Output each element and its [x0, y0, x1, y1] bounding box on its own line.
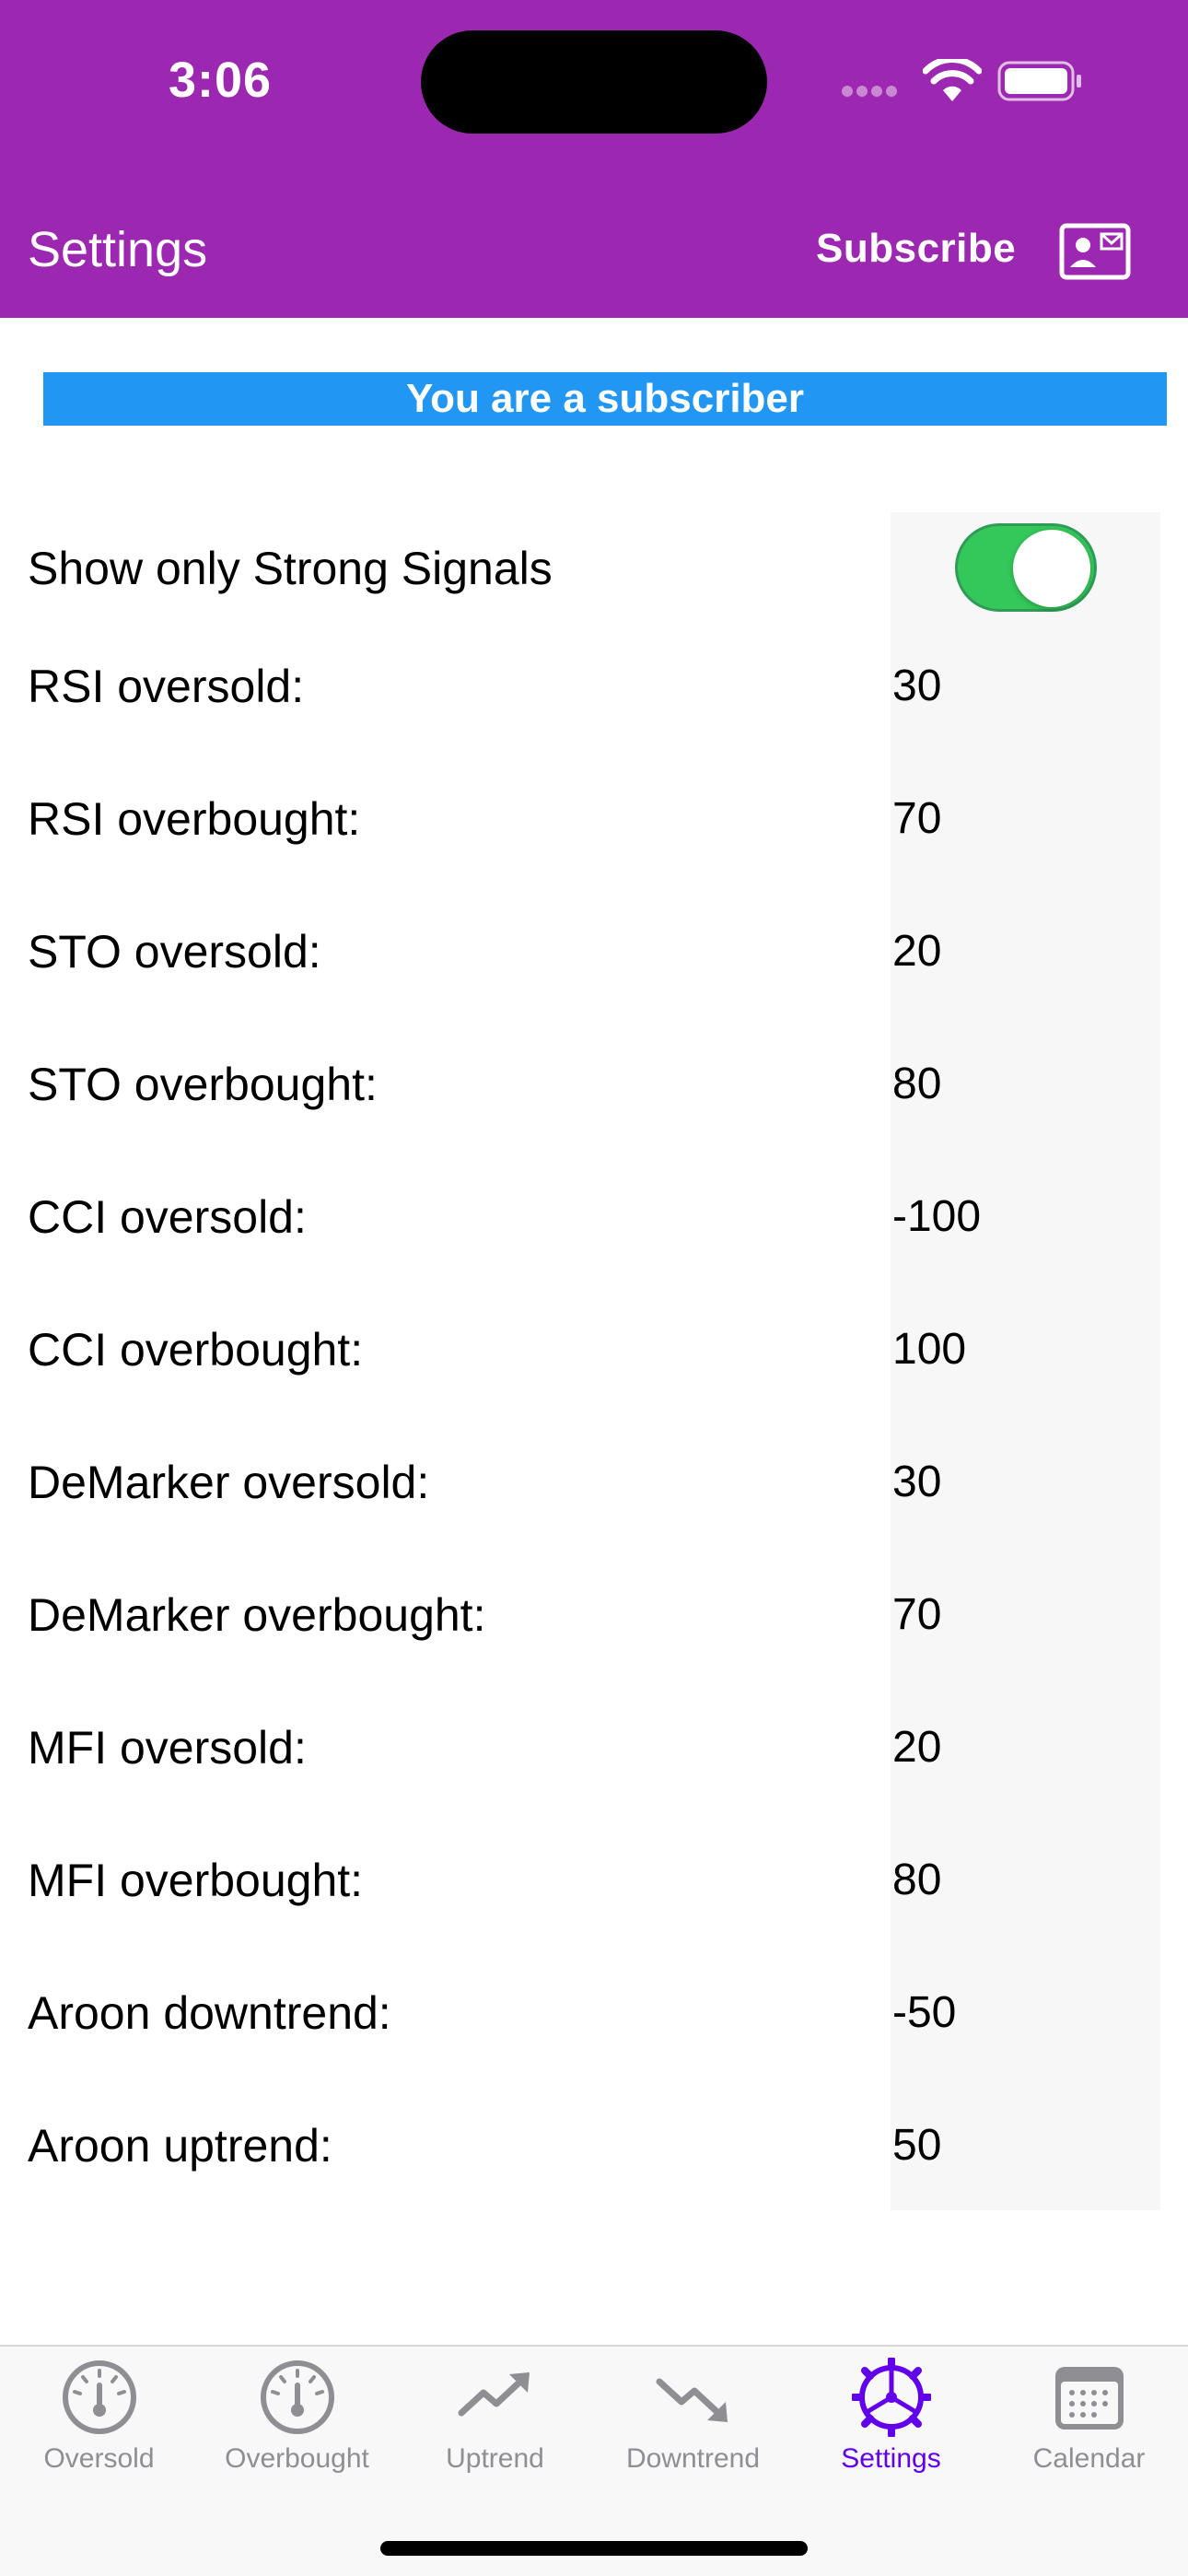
setting-row-aroon-uptrend: Aroon uptrend: 50 [0, 2118, 1188, 2251]
setting-row-sto-oversold: STO oversold: 20 [0, 924, 1188, 1057]
gauge-icon [261, 2360, 334, 2434]
wifi-icon [923, 59, 982, 101]
contact-card-icon[interactable] [1059, 223, 1131, 280]
setting-value[interactable]: 80 [892, 1057, 941, 1112]
setting-row-demarker-oversold: DeMarker oversold: 30 [0, 1455, 1188, 1587]
setting-row-cci-oversold: CCI oversold: -100 [0, 1189, 1188, 1322]
setting-value[interactable]: -100 [892, 1189, 981, 1245]
strong-signals-label: Show only Strong Signals [28, 543, 553, 594]
setting-value[interactable]: 20 [892, 1720, 941, 1775]
tab-downtrend[interactable]: Downtrend [594, 2347, 792, 2512]
app-header: 3:06 Settings Subscribe [0, 0, 1188, 318]
tab-uptrend[interactable]: Uptrend [396, 2347, 594, 2512]
tab-label: Oversold [43, 2443, 155, 2474]
subscriber-banner: You are a subscriber [43, 372, 1167, 426]
tab-calendar[interactable]: Calendar [990, 2347, 1188, 2512]
setting-label: CCI oversold: [28, 1191, 307, 1243]
setting-row-mfi-oversold: MFI oversold: 20 [0, 1720, 1188, 1853]
subscribe-button[interactable]: Subscribe [816, 226, 1016, 272]
dynamic-island [421, 30, 767, 134]
setting-label: Aroon uptrend: [28, 2120, 332, 2172]
settings-gear-icon [852, 2358, 931, 2437]
setting-value[interactable]: 50 [892, 2118, 941, 2173]
strong-signals-row: Show only Strong Signals [0, 512, 1188, 623]
tab-label: Overbought [225, 2443, 369, 2474]
battery-icon [997, 61, 1081, 101]
setting-row-mfi-overbought: MFI overbought: 80 [0, 1853, 1188, 1985]
setting-label: STO overbought: [28, 1059, 378, 1110]
setting-value[interactable]: 80 [892, 1853, 941, 1908]
tab-label: Downtrend [625, 2443, 761, 2474]
setting-row-rsi-overbought: RSI overbought: 70 [0, 791, 1188, 924]
setting-value[interactable]: 30 [892, 659, 941, 714]
strong-signals-toggle[interactable] [955, 523, 1097, 612]
setting-label: MFI overbought: [28, 1855, 364, 1906]
setting-row-aroon-downtrend: Aroon downtrend: -50 [0, 1985, 1188, 2118]
trend-down-icon [656, 2378, 728, 2422]
setting-label: RSI oversold: [28, 661, 305, 712]
setting-label: Aroon downtrend: [28, 1987, 391, 2039]
setting-value[interactable]: 70 [892, 791, 941, 847]
setting-label: MFI oversold: [28, 1722, 307, 1774]
tab-label: Uptrend [446, 2443, 544, 2474]
setting-label: STO oversold: [28, 926, 321, 978]
setting-value[interactable]: 30 [892, 1455, 941, 1510]
gauge-icon [63, 2360, 136, 2434]
setting-value[interactable]: 20 [892, 924, 941, 979]
setting-label: DeMarker overbought: [28, 1589, 486, 1641]
setting-row-sto-overbought: STO overbought: 80 [0, 1057, 1188, 1189]
setting-value[interactable]: -50 [892, 1985, 956, 2041]
trend-up-icon [458, 2372, 530, 2417]
setting-row-cci-overbought: CCI overbought: 100 [0, 1322, 1188, 1455]
calendar-icon [1055, 2367, 1124, 2430]
cellular-signal-icon [842, 85, 904, 98]
tab-oversold[interactable]: Oversold [0, 2347, 198, 2512]
setting-label: DeMarker oversold: [28, 1457, 430, 1508]
home-indicator [380, 2541, 808, 2556]
setting-row-rsi-oversold: RSI oversold: 30 [0, 659, 1188, 791]
setting-label: CCI overbought: [28, 1324, 364, 1376]
page-title: Settings [28, 222, 208, 277]
setting-value[interactable]: 100 [892, 1322, 966, 1377]
status-time: 3:06 [169, 53, 273, 108]
tab-label: Settings [841, 2443, 941, 2474]
tab-settings[interactable]: Settings [792, 2347, 990, 2512]
setting-value[interactable]: 70 [892, 1587, 941, 1643]
tab-overbought[interactable]: Overbought [198, 2347, 396, 2512]
setting-label: RSI overbought: [28, 793, 361, 845]
setting-row-demarker-overbought: DeMarker overbought: 70 [0, 1587, 1188, 1720]
tab-label: Calendar [1032, 2443, 1146, 2474]
